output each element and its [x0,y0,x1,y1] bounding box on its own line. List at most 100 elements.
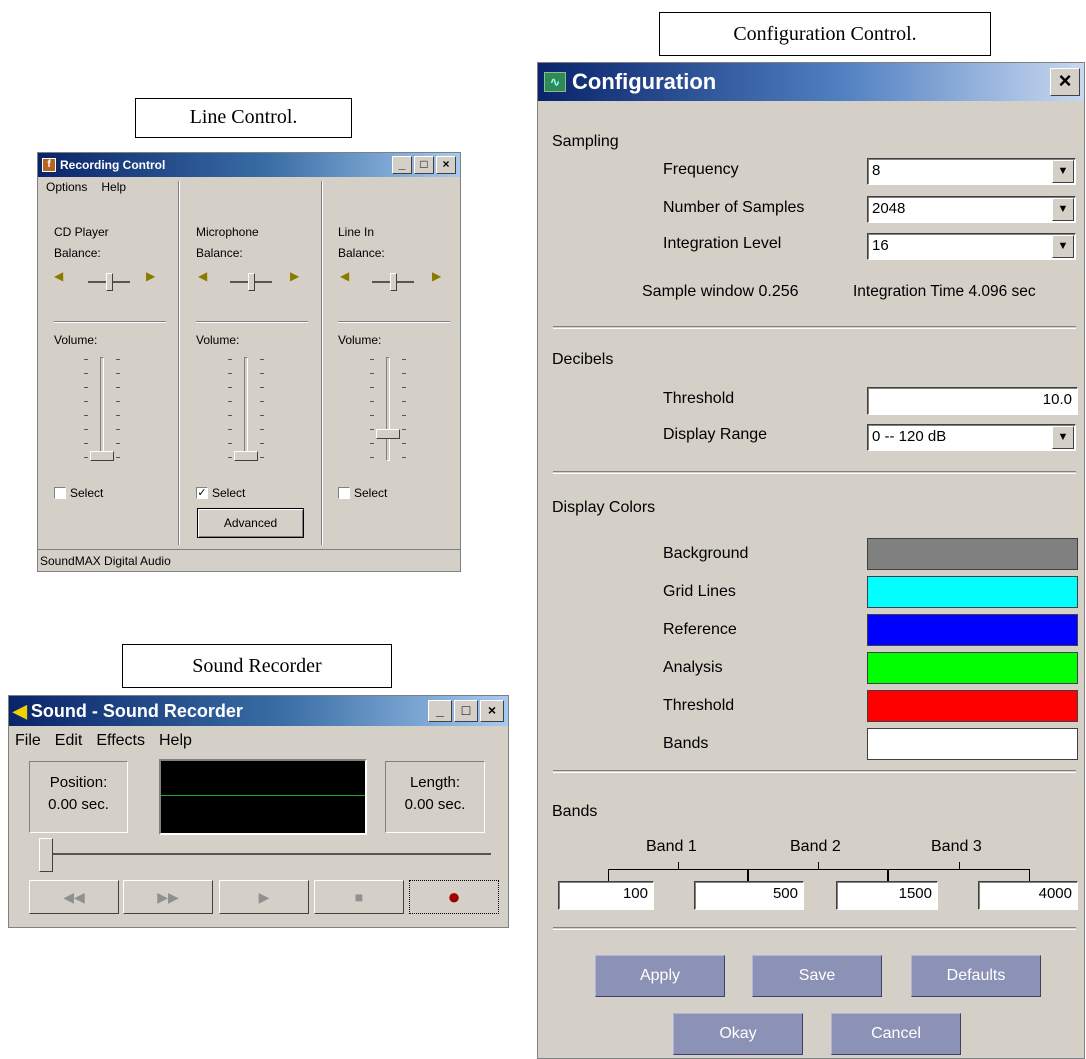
position-slider[interactable] [29,836,491,872]
color-swatch-reference[interactable] [867,614,1078,646]
frequency-select[interactable]: 8 ▼ [867,158,1076,185]
color-swatch-bands[interactable] [867,728,1078,760]
chevron-down-icon[interactable]: ▼ [1052,160,1074,183]
integration-label: Integration Level [663,235,782,252]
section-divider [553,326,1076,329]
samples-label: Number of Samples [663,199,805,216]
color-swatch-threshold[interactable] [867,690,1078,722]
select-checkbox[interactable]: Select [54,486,103,500]
cancel-button[interactable]: Cancel [831,1013,961,1055]
threshold-input[interactable]: 10.0 [867,387,1078,415]
color-swatch-analysis[interactable] [867,652,1078,684]
defaults-button[interactable]: Defaults [911,955,1041,997]
close-icon[interactable]: × [436,156,456,174]
menu-bar: Options Help [38,177,460,197]
volume-thumb[interactable] [234,451,258,461]
checkbox-box[interactable] [54,487,66,499]
advanced-button[interactable]: Advanced [197,508,304,538]
okay-button[interactable]: Okay [673,1013,803,1055]
frequency-label: Frequency [663,161,739,178]
window-title: Sound - Sound Recorder [30,700,243,721]
section-display-colors: Display Colors [552,499,656,516]
status-bar: SoundMAX Digital Audio [38,549,460,571]
band-2-label: Band 2 [790,838,841,855]
balance-slider[interactable] [230,273,272,293]
checkbox-box[interactable] [338,487,350,499]
title-bar[interactable]: ◀ Sound - Sound Recorder _ □ × [9,696,508,726]
select-checkbox[interactable]: Select [338,486,387,500]
integration-select[interactable]: 16 ▼ [867,233,1076,260]
samples-select[interactable]: 2048 ▼ [867,196,1076,223]
select-label: Select [354,486,388,500]
seek-end-button[interactable]: ▶▶ [123,880,213,914]
section-divider [553,927,1076,930]
menu-edit[interactable]: Edit [55,732,83,750]
position-slider-thumb[interactable] [39,838,53,872]
integration-time-text: Integration Time 4.096 sec [853,283,1036,300]
balance-thumb[interactable] [390,273,397,291]
save-button[interactable]: Save [752,955,882,997]
balance-thumb[interactable] [248,273,255,291]
checkbox-box[interactable]: ✓ [196,487,208,499]
color-label-analysis: Analysis [663,659,723,676]
color-label-background: Background [663,545,749,562]
maximize-icon[interactable]: □ [454,700,478,722]
chevron-down-icon[interactable]: ▼ [1052,235,1074,258]
color-swatch-grid-lines[interactable] [867,576,1078,608]
channel-name: CD Player [54,225,109,239]
seek-start-button[interactable]: ◀◀ [29,880,119,914]
volume-thumb[interactable] [376,429,400,439]
volume-thumb[interactable] [90,451,114,461]
display-range-select[interactable]: 0 -- 120 dB ▼ [867,424,1076,451]
position-value: 0.00 sec. [48,796,109,813]
band-1-label: Band 1 [646,838,697,855]
menu-help[interactable]: Help [159,732,192,750]
maximize-icon[interactable]: □ [414,156,434,174]
frequency-value: 8 [872,162,881,179]
app-icon: f [42,158,56,172]
band-edge-input-1[interactable]: 100 [558,881,654,910]
window-title: Configuration [572,69,717,94]
title-bar[interactable]: f Recording Control _ □ × [38,153,460,177]
color-swatch-background[interactable] [867,538,1078,570]
minimize-icon[interactable]: _ [392,156,412,174]
band-edge-input-4[interactable]: 4000 [978,881,1078,910]
menu-options[interactable]: Options [46,180,87,194]
menu-file[interactable]: File [15,732,41,750]
select-checkbox[interactable]: ✓ Select [196,486,245,500]
section-decibels: Decibels [552,351,614,368]
band-edge-input-2[interactable]: 500 [694,881,804,910]
balance-slider[interactable] [372,273,414,293]
speaker-left-icon: ◀ [198,269,208,283]
volume-slider[interactable] [72,351,132,469]
speaker-left-icon: ◀ [340,269,350,283]
balance-label: Balance: [338,246,385,260]
balance-label: Balance: [196,246,243,260]
channel-cd-player: CD Player Balance: ◀ ▶ Volume: Select [54,209,169,529]
configuration-window: ∿ Configuration × Sampling Frequency 8 ▼… [537,62,1085,1059]
transport-controls: ◀◀ ▶▶ ▶ ■ ● [29,880,499,914]
section-bands: Bands [552,803,598,820]
band-edge-input-3[interactable]: 1500 [836,881,938,910]
apply-button[interactable]: Apply [595,955,725,997]
play-button[interactable]: ▶ [219,880,309,914]
stop-button[interactable]: ■ [314,880,404,914]
sound-recorder-window: ◀ Sound - Sound Recorder _ □ × File Edit… [8,695,509,928]
balance-slider[interactable] [88,273,130,293]
minimize-icon[interactable]: _ [428,700,452,722]
balance-thumb[interactable] [106,273,113,291]
section-divider [553,770,1076,773]
chevron-down-icon[interactable]: ▼ [1052,426,1074,449]
volume-slider[interactable] [216,351,276,469]
chevron-down-icon[interactable]: ▼ [1052,198,1074,221]
caption-sound-recorder: Sound Recorder [122,644,392,688]
section-divider [553,471,1076,474]
menu-effects[interactable]: Effects [96,732,145,750]
menu-help[interactable]: Help [101,180,126,194]
title-bar[interactable]: ∿ Configuration × [538,63,1084,101]
samples-value: 2048 [872,200,906,217]
record-button[interactable]: ● [409,880,499,914]
close-icon[interactable]: × [480,700,504,722]
volume-slider[interactable] [358,351,418,469]
close-icon[interactable]: × [1050,68,1080,96]
